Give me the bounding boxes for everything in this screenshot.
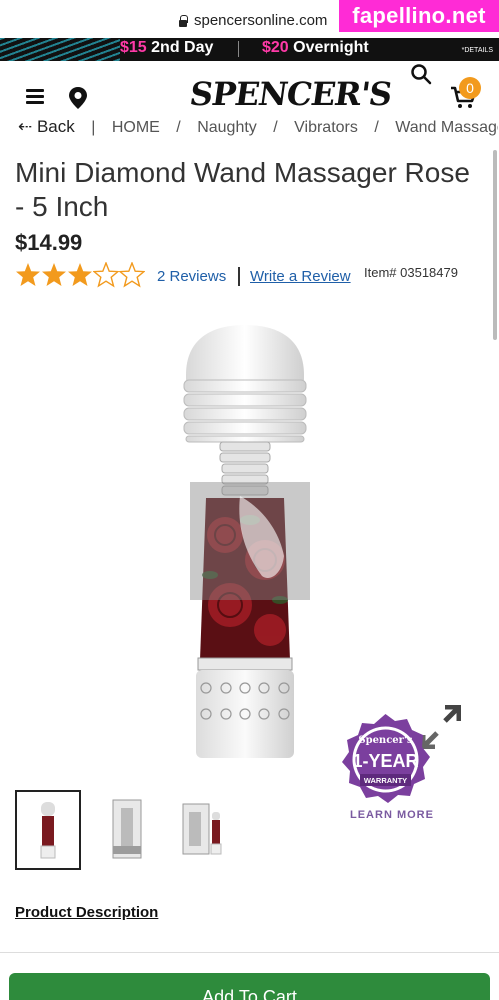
product-title: Mini Diamond Wand Massager Rose - 5 Inch (15, 157, 470, 222)
thumbnail-1[interactable] (15, 790, 81, 870)
thumbnail-3[interactable] (175, 790, 241, 870)
star-rating[interactable] (15, 262, 145, 288)
add-to-cart-button[interactable]: Add To Cart (9, 973, 490, 1000)
product-description-link[interactable]: Product Description (15, 904, 158, 921)
url-display[interactable]: spencersonline.com (178, 12, 327, 29)
star-empty-icon (119, 262, 145, 288)
star-empty-icon (93, 262, 119, 288)
breadcrumb: ⇠ Back | HOME / Naughty / Vibrators / Wa… (18, 117, 498, 137)
menu-icon[interactable] (26, 89, 44, 104)
rating-divider (238, 267, 240, 286)
promo-details-link[interactable]: *DETAILS (462, 47, 493, 54)
product-price: $14.99 (15, 230, 83, 255)
spencers-logo[interactable]: SPENCER'S (187, 75, 394, 113)
product-image[interactable] (180, 320, 310, 765)
warranty-learn-more-link[interactable]: LEARN MORE (350, 809, 434, 821)
store-locator-icon[interactable] (68, 86, 88, 110)
item-number: Item# 03518479 (364, 265, 458, 280)
breadcrumb-wand-massagers[interactable]: Wand Massagers (395, 119, 498, 136)
promo-divider (238, 41, 239, 57)
svg-text:1-YEAR: 1-YEAR (352, 751, 418, 771)
banner-decoration (0, 38, 120, 61)
breadcrumb-vibrators[interactable]: Vibrators (294, 119, 358, 136)
promo-offer-overnight: $20 Overnight (262, 39, 369, 56)
page-scrollbar[interactable] (493, 150, 497, 340)
write-review-link[interactable]: Write a Review (250, 268, 351, 285)
thumbnail-2[interactable] (97, 790, 163, 870)
lock-icon (178, 14, 188, 27)
breadcrumb-separator: | (91, 119, 96, 136)
svg-text:Spencer's: Spencer's (358, 735, 413, 746)
watermark: fapellino.net (339, 0, 499, 32)
star-filled-icon (16, 263, 40, 286)
star-filled-icon (42, 263, 66, 286)
svg-text:WARRANTY: WARRANTY (364, 776, 407, 785)
breadcrumb-naughty[interactable]: Naughty (197, 119, 257, 136)
shipping-promo-banner[interactable]: $15 2nd Day $20 Overnight *DETAILS (0, 38, 499, 61)
site-header: SPENCER'S 0 (0, 61, 499, 123)
search-icon[interactable] (410, 63, 432, 85)
url-text: spencersonline.com (194, 12, 328, 29)
cart-count-badge[interactable]: 0 (459, 77, 481, 99)
promo-offer-2nd-day: $15 2nd Day (120, 39, 214, 56)
warranty-badge[interactable]: Spencer's 1-YEAR WARRANTY (338, 712, 433, 807)
back-link[interactable]: ⇠ Back (18, 117, 75, 136)
reviews-link[interactable]: 2 Reviews (157, 268, 226, 285)
star-filled-icon (68, 263, 92, 286)
divider (0, 952, 499, 953)
breadcrumb-home[interactable]: HOME (112, 119, 160, 136)
